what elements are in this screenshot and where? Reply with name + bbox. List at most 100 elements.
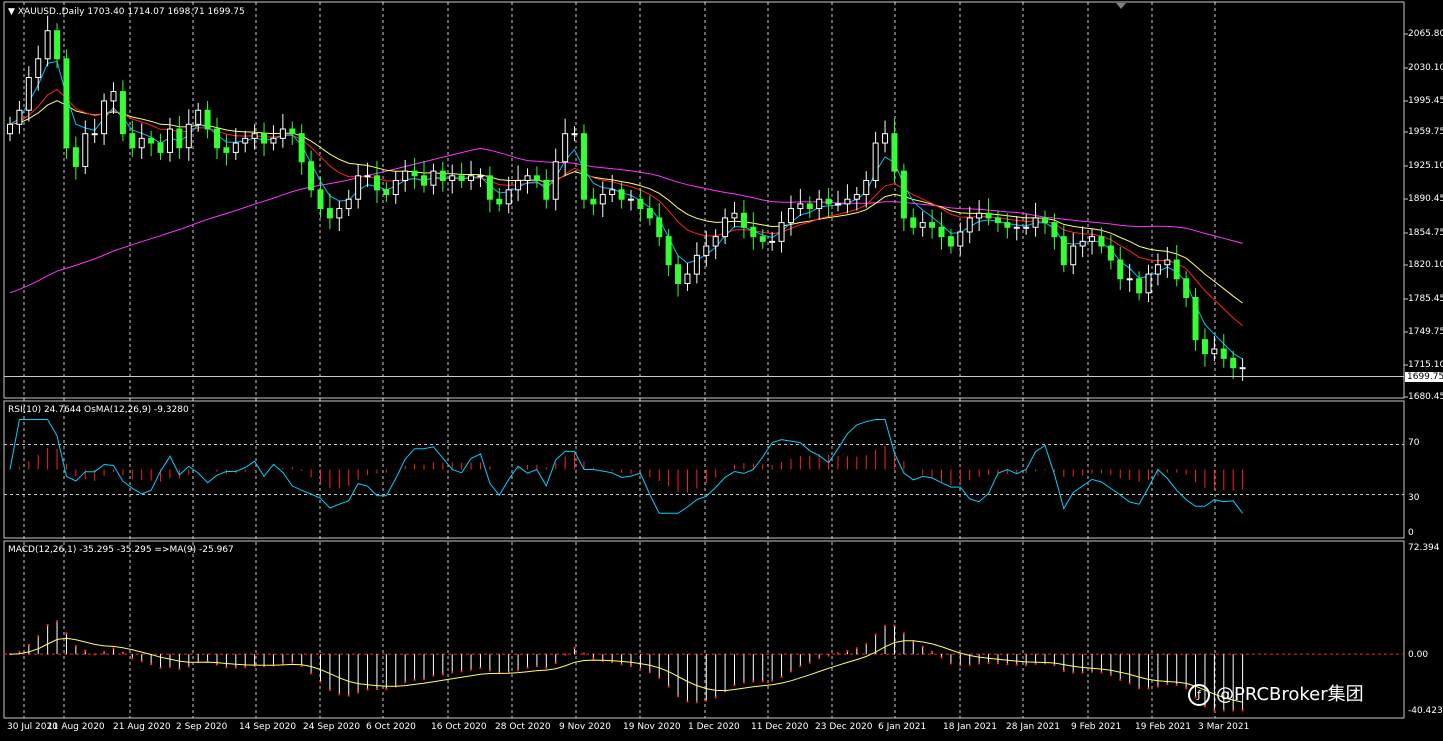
candle-body bbox=[1145, 273, 1152, 294]
candle-body bbox=[722, 217, 729, 238]
macd-bar-tip bbox=[884, 624, 887, 627]
candle-body bbox=[976, 212, 983, 219]
candle-body bbox=[486, 175, 493, 200]
candle-body bbox=[411, 170, 418, 177]
macd-bar-tip bbox=[168, 665, 171, 668]
macd-bar-tip bbox=[1025, 664, 1028, 667]
candle-body bbox=[101, 100, 108, 135]
macd-bar-tip bbox=[291, 661, 294, 664]
candle-body bbox=[505, 189, 512, 205]
macd-bar-tip bbox=[27, 643, 30, 646]
macd-bar-tip bbox=[1175, 683, 1178, 686]
candle-body bbox=[261, 133, 268, 144]
candle-body bbox=[872, 142, 879, 181]
candle-body bbox=[63, 58, 70, 149]
candle-body bbox=[468, 175, 475, 181]
macd-bar-tip bbox=[1081, 671, 1084, 674]
macd-bar-tip bbox=[582, 652, 585, 655]
candle-body bbox=[863, 179, 870, 196]
macd-header: MACD(12,26,1) -35.295 -35.295 =>MA(9) -2… bbox=[8, 545, 234, 555]
watermark-text: @PRCBroker集团 bbox=[1216, 684, 1364, 705]
macd-bar-tip bbox=[1119, 678, 1122, 681]
macd-bar-tip bbox=[178, 667, 181, 670]
macd-bar-tip bbox=[112, 647, 115, 650]
macd-bar-tip bbox=[1109, 673, 1112, 676]
candle-body bbox=[392, 179, 399, 196]
macd-bar-tip bbox=[1100, 671, 1103, 674]
candle-body bbox=[835, 203, 841, 206]
candle-body bbox=[947, 236, 954, 247]
macd-bar-tip bbox=[921, 645, 924, 648]
candle-body bbox=[1004, 222, 1011, 228]
candle-body bbox=[562, 133, 569, 163]
price-chart[interactable] bbox=[0, 0, 1443, 741]
macd-bar-tip bbox=[705, 699, 708, 702]
rsi-tick-label: 0 bbox=[1408, 528, 1414, 538]
candle-body bbox=[891, 133, 898, 172]
macd-bar-tip bbox=[517, 669, 520, 672]
candle-body bbox=[693, 254, 700, 275]
macd-bar-tip bbox=[150, 663, 153, 666]
candle-body bbox=[1098, 236, 1105, 247]
macd-bar-tip bbox=[281, 662, 284, 665]
candle-body bbox=[289, 128, 296, 135]
macd-bar-tip bbox=[1072, 671, 1075, 674]
date-tick-label: 28 Jan 2021 bbox=[1006, 722, 1060, 732]
candle-body bbox=[543, 179, 550, 200]
candle-body bbox=[458, 175, 465, 181]
macd-bar-tip bbox=[789, 670, 792, 673]
macd-bar-tip bbox=[837, 652, 839, 655]
macd-bar-tip bbox=[714, 696, 717, 699]
candle-body bbox=[138, 137, 145, 149]
macd-tick-label: -40.423 bbox=[1408, 706, 1443, 716]
macd-bar-tip bbox=[1232, 709, 1235, 712]
macd-bar-tip bbox=[1213, 709, 1216, 712]
candle-body bbox=[1032, 217, 1039, 228]
date-tick-label: 3 Mar 2021 bbox=[1198, 722, 1250, 732]
candle-body bbox=[994, 217, 1001, 224]
candle-body bbox=[25, 77, 32, 111]
candle-body bbox=[806, 203, 813, 210]
candle-body bbox=[336, 208, 343, 219]
macd-bar-tip bbox=[827, 654, 830, 657]
candle-body bbox=[759, 236, 766, 242]
candle-body bbox=[166, 128, 173, 153]
candle-body bbox=[825, 198, 832, 205]
price-tick-label: 1995.45 bbox=[1408, 96, 1443, 106]
candle-body bbox=[326, 208, 333, 219]
macd-bar-tip bbox=[479, 667, 482, 670]
rsi-tick-label: 70 bbox=[1408, 438, 1420, 448]
candle-body bbox=[1117, 259, 1124, 280]
candle-body bbox=[82, 133, 89, 167]
candle-body bbox=[656, 217, 663, 238]
macd-bar-tip bbox=[771, 679, 774, 682]
macd-bar-tip bbox=[1185, 687, 1188, 690]
candle-body bbox=[985, 212, 992, 219]
macd-bar-tip bbox=[611, 661, 614, 664]
date-tick-label: 9 Nov 2020 bbox=[559, 722, 611, 732]
macd-bar-tip bbox=[535, 665, 538, 668]
macd-bar-tip bbox=[620, 663, 623, 666]
candle-body bbox=[712, 236, 719, 247]
macd-bar-tip bbox=[244, 666, 247, 669]
candle-body bbox=[929, 222, 936, 228]
candle-body bbox=[628, 198, 634, 201]
macd-bar-tip bbox=[818, 657, 821, 660]
macd-bar-tip bbox=[93, 653, 96, 656]
candle-body bbox=[1136, 278, 1143, 294]
current-price-box: 1699.75 bbox=[1405, 372, 1443, 382]
candle-body bbox=[214, 128, 220, 149]
macd-bar-tip bbox=[1006, 663, 1009, 666]
macd-bar-tip bbox=[564, 653, 567, 656]
date-tick-label: 24 Sep 2020 bbox=[303, 722, 361, 732]
macd-bar-tip bbox=[338, 693, 341, 696]
macd-bar-tip bbox=[1053, 664, 1056, 667]
candle-body bbox=[844, 198, 851, 205]
candle-body bbox=[637, 198, 644, 210]
macd-bar-tip bbox=[1156, 685, 1159, 688]
macd-bar-tip bbox=[121, 651, 124, 654]
candle-body bbox=[364, 175, 371, 178]
macd-bar-tip bbox=[140, 660, 143, 663]
candle-body bbox=[54, 30, 61, 60]
candle-body bbox=[740, 212, 747, 228]
